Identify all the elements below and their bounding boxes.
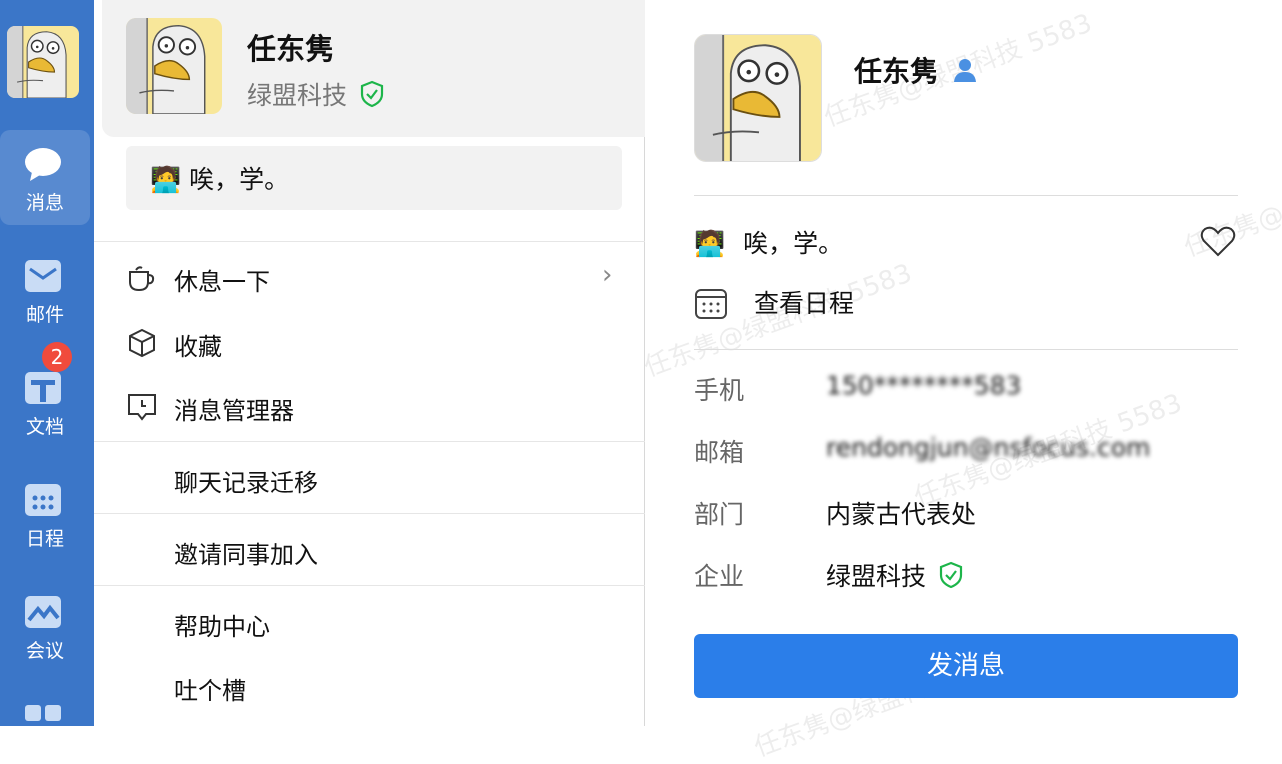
field-label: 邮箱 bbox=[694, 438, 745, 467]
user-name: 任东隽 bbox=[247, 32, 335, 66]
menu-item-take-break[interactable]: 休息一下 › bbox=[94, 254, 645, 304]
profile-card[interactable]: 任东隽 绿盟科技 bbox=[102, 0, 645, 137]
mail-icon bbox=[25, 260, 61, 292]
email-value[interactable]: rendongjun@nsfocus.com bbox=[826, 433, 1150, 462]
divider bbox=[94, 441, 645, 442]
apps-grid-icon[interactable] bbox=[24, 704, 62, 726]
verified-shield-icon bbox=[939, 561, 963, 589]
profile-detail: 任东隽@绿盟科技 5583 任东隽@绿盟科技 5583 任东隽@绿盟科技 558… bbox=[640, 0, 1282, 763]
status-box[interactable]: 🧑‍💻 唉，学。 bbox=[126, 146, 622, 210]
calendar-icon bbox=[25, 484, 61, 516]
box-icon bbox=[129, 328, 155, 358]
company-value: 绿盟科技 bbox=[826, 557, 964, 593]
avatar bbox=[126, 18, 222, 114]
divider bbox=[694, 349, 1238, 350]
sidebar-item-label: 文档 bbox=[25, 416, 64, 438]
divider bbox=[694, 195, 1238, 196]
menu-item-favorites[interactable]: 收藏 bbox=[94, 319, 645, 369]
unread-badge: 2 bbox=[42, 342, 72, 372]
message-manager-icon bbox=[128, 394, 156, 421]
person-icon bbox=[953, 59, 976, 82]
profile-menu: 任东隽 绿盟科技 🧑‍💻 唉，学。 休息一下 › 收藏 消息管理器 聊天记录迁移 … bbox=[94, 0, 645, 726]
heart-icon[interactable] bbox=[1200, 226, 1236, 258]
sidebar-item-label: 会议 bbox=[25, 640, 64, 662]
company-name: 绿盟科技 bbox=[247, 76, 385, 112]
menu-item-message-manager[interactable]: 消息管理器 bbox=[94, 383, 645, 433]
send-message-button[interactable]: 发消息 bbox=[694, 634, 1238, 698]
status-text: 唉，学。 bbox=[189, 165, 290, 194]
user-name: 任东隽 bbox=[854, 50, 978, 90]
chat-bubble-icon bbox=[25, 148, 61, 181]
calendar-icon bbox=[695, 289, 727, 319]
menu-item-help[interactable]: 帮助中心 bbox=[94, 599, 645, 649]
verified-shield-icon bbox=[360, 80, 384, 108]
view-schedule-link[interactable]: 查看日程 bbox=[694, 284, 1238, 320]
chevron-right-icon: › bbox=[602, 260, 613, 290]
meeting-icon bbox=[25, 596, 61, 628]
coffee-cup-icon bbox=[129, 266, 155, 292]
document-icon bbox=[25, 372, 61, 404]
divider bbox=[94, 241, 645, 242]
sidebar-item-label: 邮件 bbox=[25, 304, 64, 326]
status-row: 🧑‍💻 唉，学。 bbox=[694, 224, 1238, 260]
status-emoji: 🧑‍💻 bbox=[150, 165, 182, 194]
field-label: 手机 bbox=[694, 376, 745, 405]
avatar[interactable] bbox=[7, 26, 79, 98]
phone-value[interactable]: 150********583 bbox=[826, 371, 1021, 400]
sidebar-item-meeting[interactable]: 会议 bbox=[0, 578, 90, 673]
sidebar-item-docs[interactable]: 2 文档 bbox=[0, 342, 90, 449]
field-label: 企业 bbox=[694, 562, 745, 591]
avatar[interactable] bbox=[694, 34, 822, 162]
sidebar-item-label: 消息 bbox=[25, 192, 64, 214]
sidebar-item-label: 日程 bbox=[25, 528, 64, 550]
department-value: 内蒙古代表处 bbox=[826, 500, 977, 529]
divider bbox=[94, 513, 645, 514]
field-label: 部门 bbox=[694, 500, 745, 529]
sidebar-item-mail[interactable]: 邮件 bbox=[0, 242, 90, 337]
menu-item-feedback[interactable]: 吐个槽 bbox=[94, 663, 645, 713]
sidebar-item-calendar[interactable]: 日程 bbox=[0, 466, 90, 561]
sidebar: 消息 邮件 2 文档 日程 会议 bbox=[0, 0, 94, 726]
divider bbox=[94, 585, 645, 586]
menu-item-invite[interactable]: 邀请同事加入 bbox=[94, 527, 645, 577]
sidebar-item-messages[interactable]: 消息 bbox=[0, 130, 90, 225]
menu-item-chat-migration[interactable]: 聊天记录迁移 bbox=[94, 455, 645, 505]
